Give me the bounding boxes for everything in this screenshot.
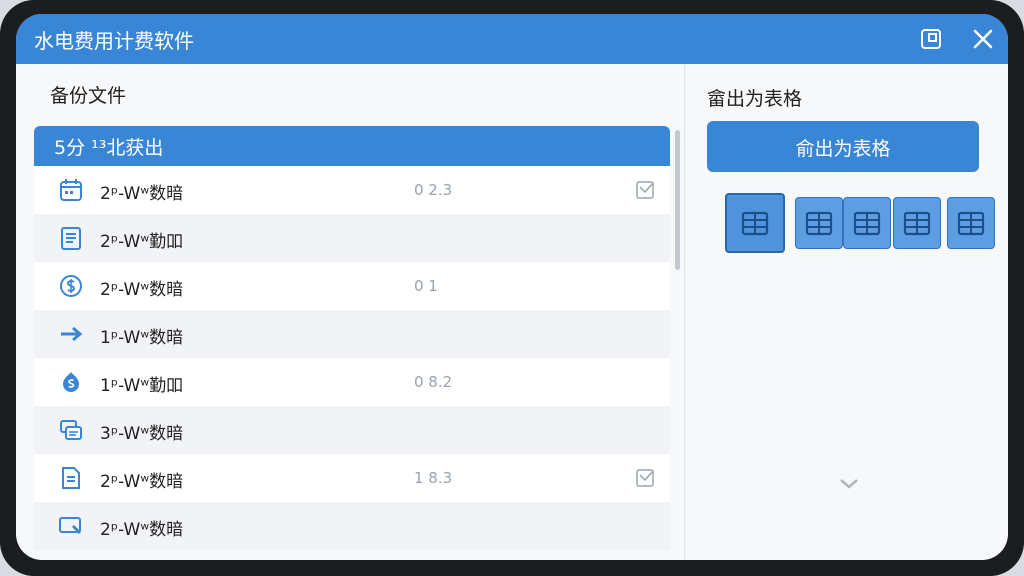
layers-icon (58, 417, 84, 443)
table-format-icon (957, 211, 985, 236)
export-table-button[interactable]: 俞出为表格 (707, 121, 979, 172)
table-format-icon (903, 211, 931, 236)
list-item-name: 3ᵖ-Wʷ数暗 (100, 424, 184, 444)
list-item-name: 2ᵖ-Wʷ数暗 (100, 520, 184, 540)
restore-button[interactable] (916, 24, 946, 54)
app-window: 水电费用计费软件 备份文件 5分 ¹³北获出 2ᵖ-Wʷ数暗 0 2.3 2ᵖ-Wʷ… (16, 14, 1008, 560)
list-item-name: 2ᵖ-Wʷ数暗 (100, 280, 184, 300)
title-bar: 水电费用计费软件 (16, 14, 1008, 64)
checkbox-icon[interactable] (636, 181, 654, 199)
list-header-label: 5分 ¹³北获出 (54, 137, 164, 159)
list-item-name: 2ᵖ-Wʷ数暗 (100, 184, 184, 204)
list-item-value: 0 8.2 (414, 373, 453, 391)
list-item-value: 0 1 (414, 277, 438, 295)
list-item-value: 1 8.3 (414, 469, 453, 487)
list-item[interactable]: 2ᵖ-Wʷ数暗 (34, 502, 670, 550)
list-item[interactable]: 2ᵖ-Wʷ数暗 0 2.3 (34, 166, 670, 214)
export-format-button[interactable] (795, 197, 843, 249)
table-format-icon (853, 211, 881, 236)
document-icon (58, 225, 84, 251)
calendar-icon (58, 177, 84, 203)
list-scrollbar[interactable] (675, 130, 680, 270)
device-frame: 水电费用计费软件 备份文件 5分 ¹³北获出 2ᵖ-Wʷ数暗 0 2.3 2ᵖ-Wʷ… (0, 0, 1024, 576)
export-section-title: 畲出为表格 (707, 88, 803, 110)
list-item[interactable]: 1ᵖ-Wʷ勤吅 0 8.2 (34, 358, 670, 406)
list-item[interactable]: 1ᵖ-Wʷ数暗 (34, 310, 670, 358)
list-item[interactable]: 2ᵖ-Wʷ数暗 1 8.3 (34, 454, 670, 502)
backup-file-list: 5分 ¹³北获出 2ᵖ-Wʷ数暗 0 2.3 2ᵖ-Wʷ勤吅 2ᵖ-Wʷ数暗 0 1 1ᵖ… (34, 126, 670, 560)
list-item-name: 2ᵖ-Wʷ勤吅 (100, 232, 184, 252)
list-item[interactable]: 3ᵖ-Wʷ数暗 (34, 406, 670, 454)
checkbox-icon[interactable] (636, 469, 654, 487)
restore-icon (921, 29, 941, 49)
list-item-value: 0 2.3 (414, 181, 453, 199)
list-item-name: 1ᵖ-Wʷ勤吅 (100, 376, 184, 396)
shield-dollar-icon (58, 369, 84, 395)
file-text-icon (58, 465, 84, 491)
close-button[interactable] (968, 24, 998, 54)
export-format-button[interactable] (725, 193, 785, 253)
screen-edit-icon (58, 513, 84, 539)
table-format-icon (805, 211, 833, 236)
close-icon (973, 29, 993, 49)
list-item-name: 1ᵖ-Wʷ数暗 (100, 328, 184, 348)
table-format-icon (741, 211, 769, 236)
export-format-button[interactable] (843, 197, 891, 249)
export-format-button[interactable] (947, 197, 995, 249)
window-title: 水电费用计费软件 (34, 29, 194, 53)
list-item[interactable]: 2ᵖ-Wʷ勤吅 (34, 214, 670, 262)
export-button-label: 俞出为表格 (795, 138, 891, 160)
export-format-button[interactable] (893, 197, 941, 249)
dollar-circle-icon (58, 273, 84, 299)
backup-files-title: 备份文件 (50, 85, 127, 107)
export-panel: 畲出为表格 俞出为表格 (684, 64, 1008, 560)
chevron-down-icon[interactable] (837, 476, 861, 492)
backup-files-panel: 备份文件 5分 ¹³北获出 2ᵖ-Wʷ数暗 0 2.3 2ᵖ-Wʷ勤吅 2ᵖ-Wʷ数暗… (16, 64, 684, 560)
arrow-right-icon (58, 321, 84, 347)
list-item[interactable]: 2ᵖ-Wʷ数暗 0 1 (34, 262, 670, 310)
list-header-row[interactable]: 5分 ¹³北获出 (34, 126, 670, 166)
list-item-name: 2ᵖ-Wʷ数暗 (100, 472, 184, 492)
